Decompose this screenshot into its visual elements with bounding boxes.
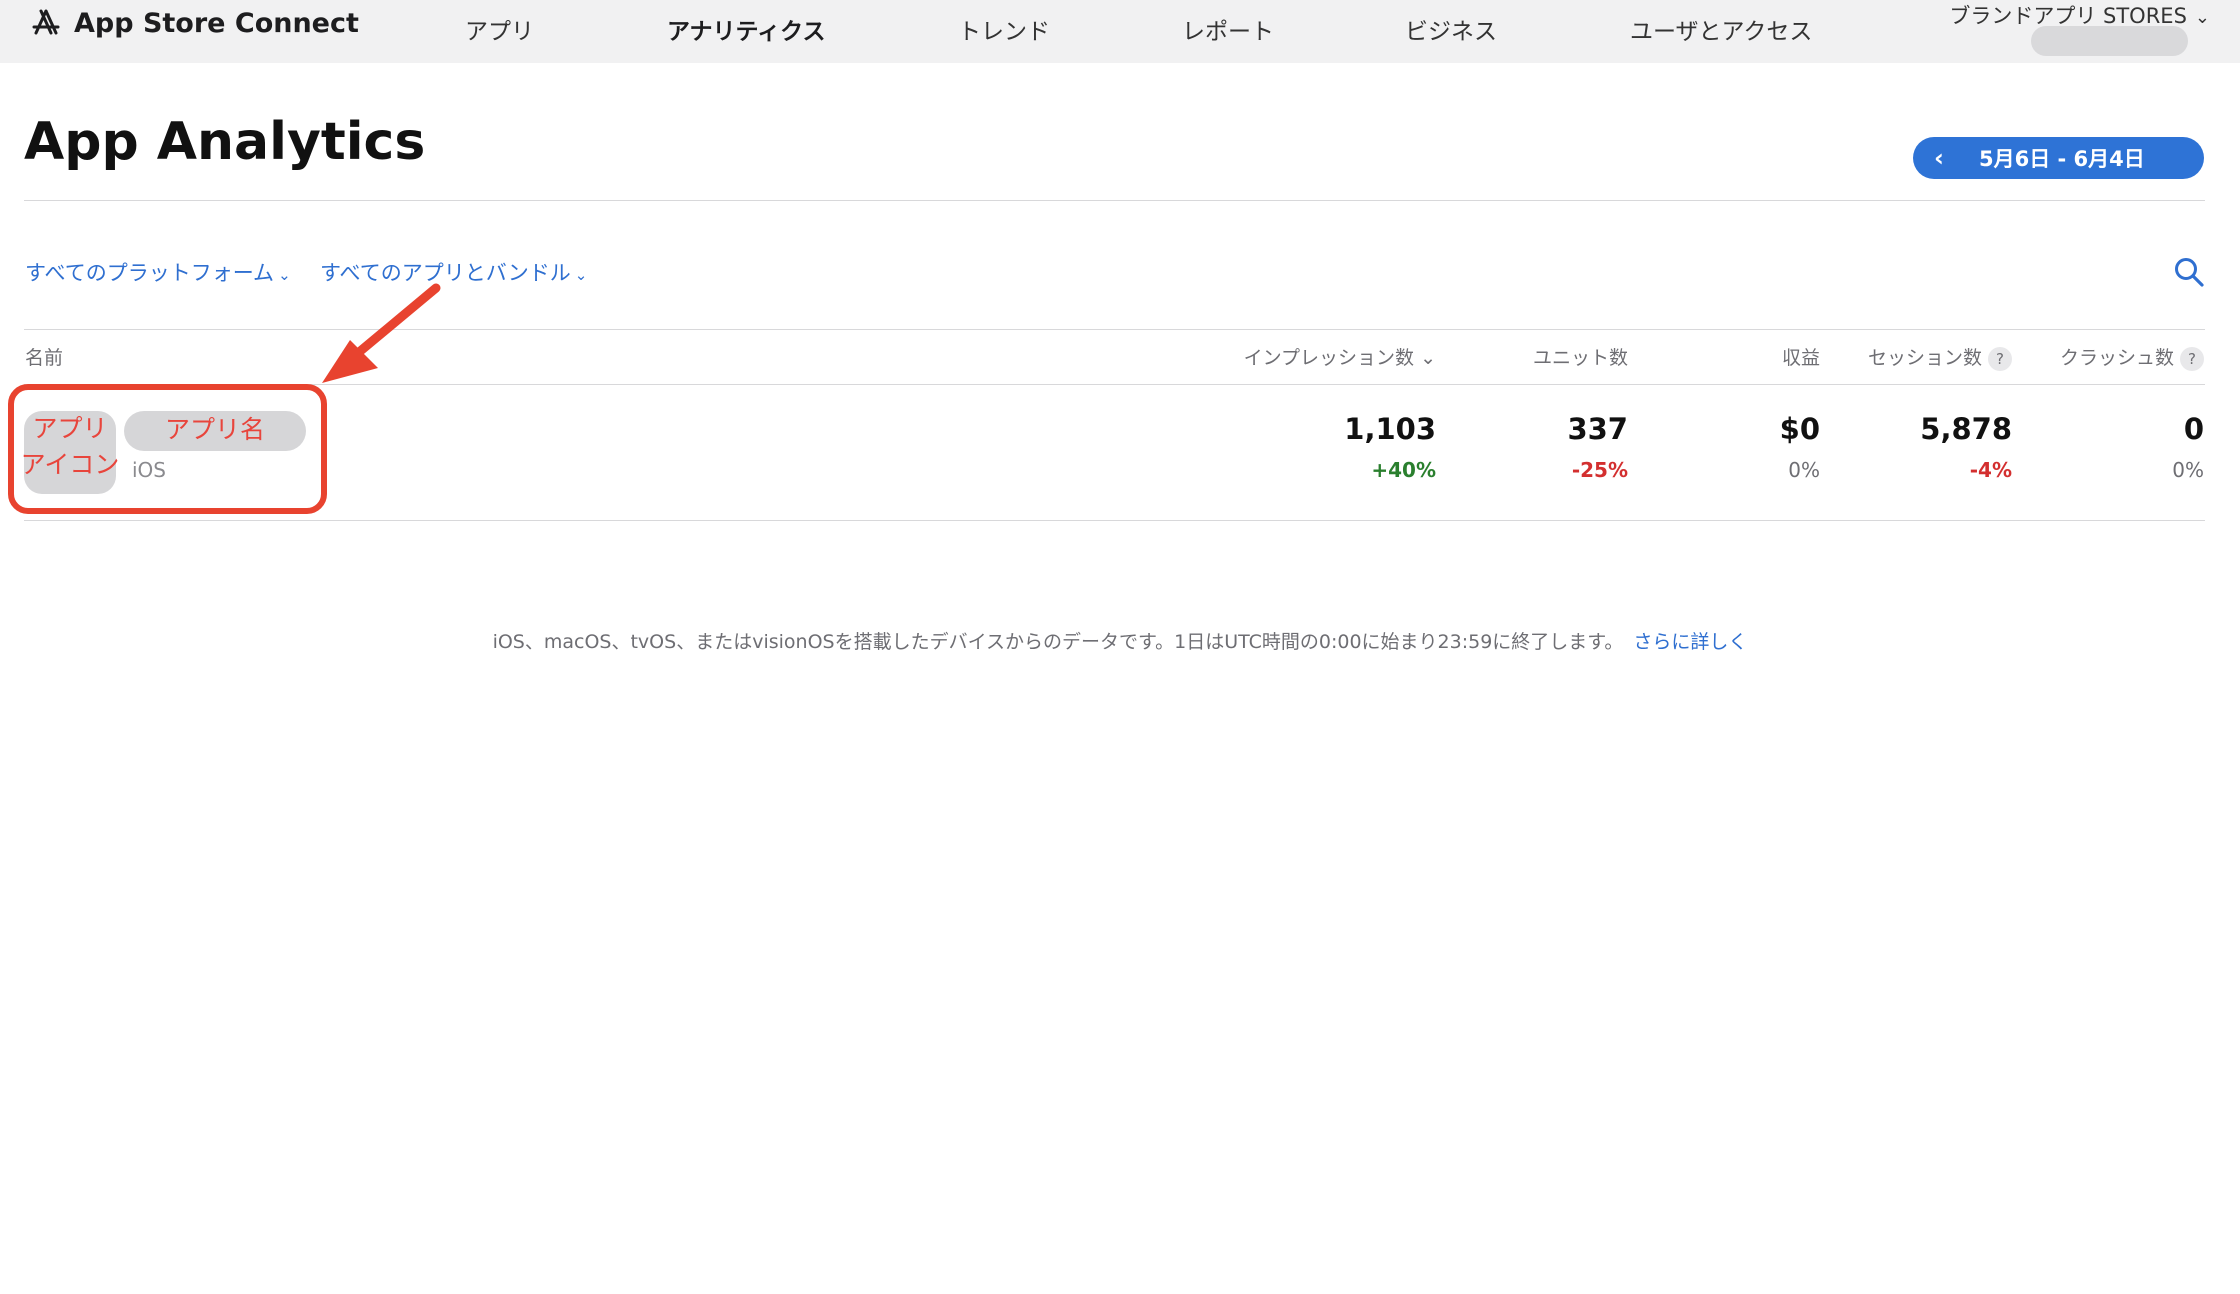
sessions-value: 5,878 bbox=[1920, 412, 2012, 446]
column-header-name[interactable]: 名前 bbox=[25, 343, 63, 370]
crashes-header-label: クラッシュ数 bbox=[2059, 347, 2174, 369]
footer-note-text: iOS、macOS、tvOS、またはvisionOSを搭載したデバイスからのデー… bbox=[492, 631, 1624, 653]
app-store-icon bbox=[32, 9, 60, 35]
annotation-highlight-box bbox=[8, 384, 327, 514]
account-subtitle-redacted bbox=[2031, 26, 2188, 56]
column-header-impressions[interactable]: インプレッション数 ⌄ bbox=[1244, 343, 1436, 370]
impressions-header-label: インプレッション数 bbox=[1243, 347, 1415, 369]
revenue-delta: 0% bbox=[1788, 458, 1820, 482]
nav-business[interactable]: ビジネス bbox=[1405, 12, 1497, 46]
app-store-connect-logo[interactable]: App Store Connect bbox=[30, 7, 359, 39]
nav-apps[interactable]: アプリ bbox=[465, 12, 534, 46]
help-icon[interactable]: ? bbox=[2180, 346, 2204, 371]
units-value: 337 bbox=[1567, 412, 1628, 446]
app-title: App Store Connect bbox=[74, 7, 359, 39]
account-name: ブランドアプリ STORES bbox=[1949, 4, 2187, 28]
column-header-units[interactable]: ユニット数 bbox=[1533, 343, 1628, 370]
chevron-down-icon: ⌄ bbox=[574, 266, 588, 284]
divider bbox=[24, 200, 2205, 201]
nav-reports[interactable]: レポート bbox=[1182, 12, 1274, 46]
sort-chevron-icon: ⌄ bbox=[1420, 347, 1436, 369]
column-header-sessions[interactable]: セッション数? bbox=[1868, 343, 2012, 371]
revenue-value: $0 bbox=[1779, 412, 1820, 446]
page-title: App Analytics bbox=[24, 112, 426, 172]
date-range-selector[interactable]: ‹ 5月6日 - 6月4日 bbox=[1913, 137, 2204, 179]
sessions-delta: -4% bbox=[1969, 458, 2012, 482]
learn-more-link[interactable]: さらに詳しく bbox=[1633, 631, 1747, 653]
platform-filter[interactable]: すべてのプラットフォーム ⌄ bbox=[25, 257, 291, 287]
chevron-down-icon: ⌄ bbox=[2194, 7, 2210, 28]
nav-users-access[interactable]: ユーザとアクセス bbox=[1630, 12, 1812, 46]
date-range-label: 5月6日 - 6月4日 bbox=[1979, 147, 2145, 171]
units-delta: -25% bbox=[1571, 458, 1628, 482]
chevron-down-icon: ⌄ bbox=[278, 266, 291, 284]
impressions-delta: +40% bbox=[1371, 458, 1436, 482]
crashes-delta: 0% bbox=[2172, 458, 2204, 482]
search-icon[interactable] bbox=[2173, 256, 2205, 288]
nav-analytics[interactable]: アナリティクス bbox=[667, 12, 825, 46]
chevron-left-icon[interactable]: ‹ bbox=[1913, 144, 1965, 172]
nav-trends[interactable]: トレンド bbox=[958, 12, 1050, 46]
column-header-revenue[interactable]: 収益 bbox=[1782, 343, 1820, 370]
impressions-value: 1,103 bbox=[1344, 412, 1436, 446]
crashes-value: 0 bbox=[2183, 412, 2204, 446]
column-header-crashes[interactable]: クラッシュ数? bbox=[2060, 343, 2204, 371]
footer-note: iOS、macOS、tvOS、またはvisionOSを搭載したデバイスからのデー… bbox=[0, 627, 2240, 654]
annotation-arrow-icon bbox=[322, 283, 441, 383]
divider bbox=[24, 520, 2205, 521]
platform-filter-label: すべてのプラットフォーム bbox=[25, 261, 275, 285]
help-icon[interactable]: ? bbox=[1988, 346, 2012, 371]
top-nav-bar: App Store Connect アプリ アナリティクス トレンド レポート … bbox=[0, 0, 2240, 63]
sessions-header-label: セッション数 bbox=[1867, 347, 1982, 369]
